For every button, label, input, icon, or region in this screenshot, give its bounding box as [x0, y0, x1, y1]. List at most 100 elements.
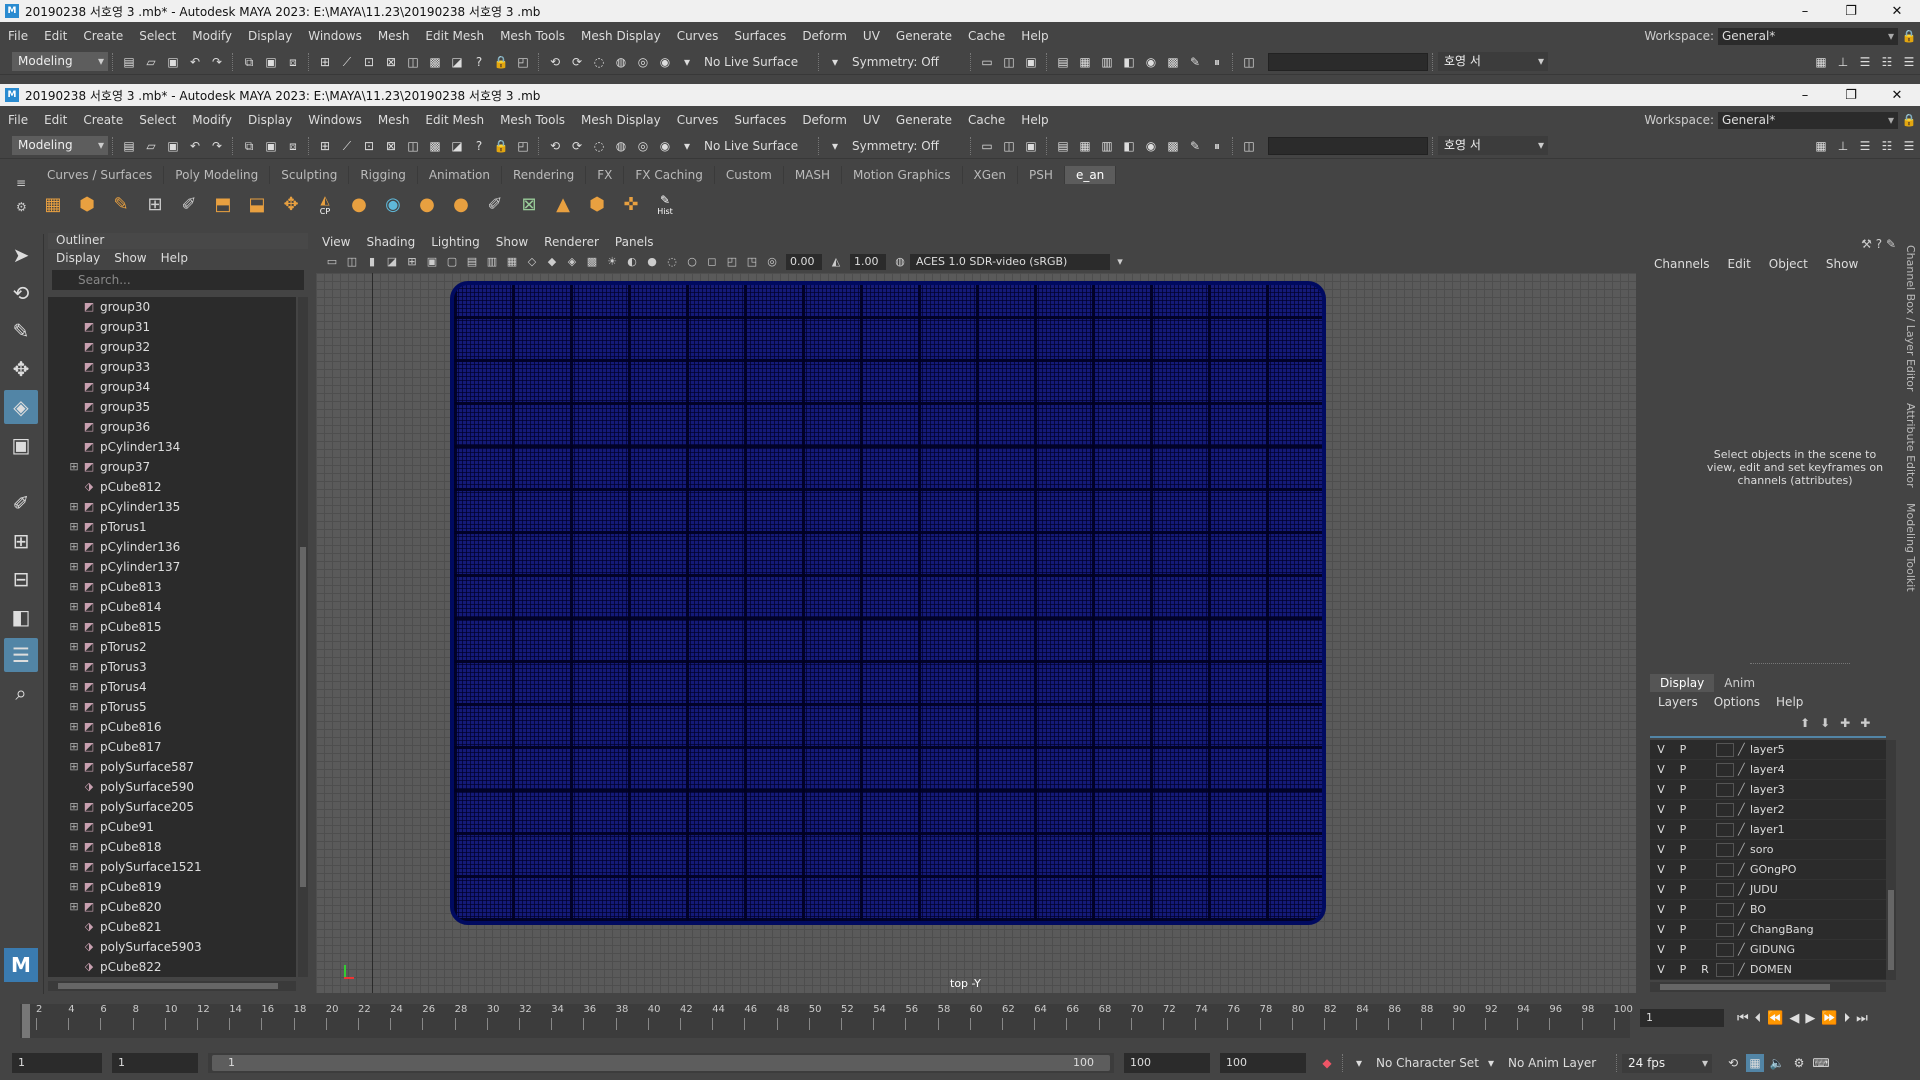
layer-row[interactable]: V P ╱ layer3: [1650, 780, 1886, 800]
ipr-icon[interactable]: ◍: [612, 137, 630, 155]
expand-icon[interactable]: ⊞: [68, 881, 80, 893]
menu-modify[interactable]: Modify: [184, 29, 240, 43]
layer-row[interactable]: V P ╱ ChangBang: [1650, 920, 1886, 940]
menu-mesh[interactable]: Mesh: [370, 113, 418, 127]
layer-playback-toggle[interactable]: P: [1672, 743, 1694, 756]
expand-icon[interactable]: ⊞: [68, 541, 80, 553]
ipr-icon[interactable]: ◍: [612, 53, 630, 71]
layer-playback-toggle[interactable]: P: [1672, 783, 1694, 796]
outliner-item[interactable]: ⊞ ◩ pCylinder136: [48, 537, 296, 557]
shelf-tab-custom[interactable]: Custom: [715, 166, 784, 184]
layer-hscroll-thumb[interactable]: [1660, 984, 1830, 990]
command-input[interactable]: [1268, 136, 1428, 155]
panel-divider[interactable]: [1750, 663, 1850, 664]
layout-four-icon[interactable]: ⊟: [4, 562, 38, 596]
menu-cache[interactable]: Cache: [960, 113, 1013, 127]
range-slider-handle[interactable]: 1 100: [212, 1055, 1110, 1071]
shelf-cp-icon[interactable]: ◭ CP: [311, 190, 339, 218]
outliner-item[interactable]: ⊞ ◩ polySurface205: [48, 797, 296, 817]
pause-icon[interactable]: ⏸: [1208, 137, 1226, 155]
layer-visibility-toggle[interactable]: V: [1650, 743, 1672, 756]
layer-visibility-toggle[interactable]: V: [1650, 763, 1672, 776]
outliner-item[interactable]: ⬗ pCube822: [48, 957, 296, 977]
lock-icon[interactable]: 🔒: [1900, 27, 1918, 45]
snap-point-icon[interactable]: ⊡: [360, 137, 378, 155]
layer-color-swatch[interactable]: [1716, 922, 1734, 937]
outliner-item[interactable]: ⬗ polySurface5903: [48, 937, 296, 957]
channel-box-menu-object[interactable]: Object: [1769, 257, 1808, 271]
symmetry-dropdown[interactable]: Symmetry: Off: [846, 55, 966, 69]
expand-icon[interactable]: ⊞: [68, 581, 80, 593]
outliner-item[interactable]: ◩ group30: [48, 297, 296, 317]
channel-box-menu-show[interactable]: Show: [1826, 257, 1858, 271]
expand-icon[interactable]: ⊞: [68, 621, 80, 633]
expand-icon[interactable]: ⊞: [68, 501, 80, 513]
outliner-item[interactable]: ⊞ ◩ pCube818: [48, 837, 296, 857]
xray-icon[interactable]: ◰: [724, 254, 740, 270]
menu-surfaces[interactable]: Surfaces: [726, 113, 794, 127]
shelf-tab-animation[interactable]: Animation: [418, 166, 502, 184]
shelf-tab-curves-surfaces[interactable]: Curves / Surfaces: [36, 166, 165, 184]
outliner-item[interactable]: ⊞ ◩ pTorus2: [48, 637, 296, 657]
layer-row[interactable]: V P ╱ GIDUNG: [1650, 940, 1886, 960]
render-settings-window-icon[interactable]: ◉: [1142, 53, 1160, 71]
outliner-hscrollbar[interactable]: [48, 981, 296, 991]
expand-icon[interactable]: ⊞: [68, 741, 80, 753]
menu-windows[interactable]: Windows: [300, 29, 370, 43]
camera-icon[interactable]: ▭: [978, 53, 996, 71]
outliner-item[interactable]: ⊞ ◩ pCube813: [48, 577, 296, 597]
expand-icon[interactable]: ⊞: [68, 461, 80, 473]
snap-surface-icon[interactable]: ◫: [404, 53, 422, 71]
open-scene-icon[interactable]: ▱: [142, 53, 160, 71]
layer-playback-toggle[interactable]: P: [1672, 903, 1694, 916]
construction-icon[interactable]: ⟳: [568, 137, 586, 155]
channel-box-icon[interactable]: ☷: [1878, 53, 1896, 71]
hypershade-window-icon[interactable]: ◧: [1120, 137, 1138, 155]
range-slider[interactable]: 1 100: [208, 1053, 1114, 1073]
menu-help[interactable]: Help: [1013, 29, 1056, 43]
viewport-menu-show[interactable]: Show: [496, 235, 528, 249]
outliner-item[interactable]: ⊞ ◩ group37: [48, 457, 296, 477]
undo-icon[interactable]: ↶: [186, 137, 204, 155]
select-object-icon[interactable]: ▣: [262, 53, 280, 71]
safe-action-icon[interactable]: ▦: [504, 254, 520, 270]
shelf-tab-e-an[interactable]: e_an: [1064, 166, 1117, 184]
render-view-icon[interactable]: ▤: [1054, 53, 1072, 71]
menu-select[interactable]: Select: [131, 113, 184, 127]
hypershade-icon[interactable]: ◉: [656, 137, 674, 155]
rotate-tool-icon[interactable]: ◈: [4, 390, 38, 424]
shelf-gear-icon[interactable]: ⚙: [16, 200, 36, 214]
outliner-item[interactable]: ◩ group32: [48, 337, 296, 357]
close-button[interactable]: ✕: [1874, 4, 1920, 19]
toggle-panel-icon[interactable]: ◫: [1000, 137, 1018, 155]
menu-edit[interactable]: Edit: [36, 29, 75, 43]
shelf-grid-icon[interactable]: ⊠: [515, 190, 543, 218]
outliner-item[interactable]: ◩ group35: [48, 397, 296, 417]
outliner-item[interactable]: ◩ group31: [48, 317, 296, 337]
expand-icon[interactable]: ⊞: [68, 681, 80, 693]
layer-color-swatch[interactable]: [1716, 802, 1734, 817]
menu-uv[interactable]: UV: [855, 113, 888, 127]
shelf-tool-icon[interactable]: ▦: [39, 190, 67, 218]
layer-color-swatch[interactable]: [1716, 962, 1734, 977]
redo-icon[interactable]: ↷: [208, 53, 226, 71]
shelf-sphere-icon[interactable]: ●: [345, 190, 373, 218]
menu-cache[interactable]: Cache: [960, 29, 1013, 43]
shelf-tab-fx-caching[interactable]: FX Caching: [624, 166, 715, 184]
field-chart-icon[interactable]: ▥: [484, 254, 500, 270]
menu-edit-mesh[interactable]: Edit Mesh: [417, 113, 492, 127]
outliner-scroll-thumb[interactable]: [300, 547, 306, 887]
menu-mesh-display[interactable]: Mesh Display: [573, 29, 669, 43]
time-ruler[interactable]: 2 4 6 8 10 12 14 16 18 20 22 24 26 28 30 32 34 36 38 40 42 44…: [20, 1004, 1633, 1038]
viewport-menu-lighting[interactable]: Lighting: [431, 235, 480, 249]
new-layer-selected-icon[interactable]: ✚: [1860, 716, 1870, 730]
expression-icon[interactable]: ✎: [1186, 137, 1204, 155]
shelf-hist-icon[interactable]: ✎ Hist: [651, 190, 679, 218]
menu-edit-mesh[interactable]: Edit Mesh: [417, 29, 492, 43]
sidebar-toggle-icon[interactable]: ◫: [1240, 53, 1258, 71]
isolate-icon[interactable]: ◻: [704, 254, 720, 270]
tool-settings-icon[interactable]: ☰: [1856, 53, 1874, 71]
shelf-cube-icon[interactable]: ⬢: [73, 190, 101, 218]
layer-playback-toggle[interactable]: P: [1672, 883, 1694, 896]
attribute-panel-icon[interactable]: ▣: [1022, 137, 1040, 155]
